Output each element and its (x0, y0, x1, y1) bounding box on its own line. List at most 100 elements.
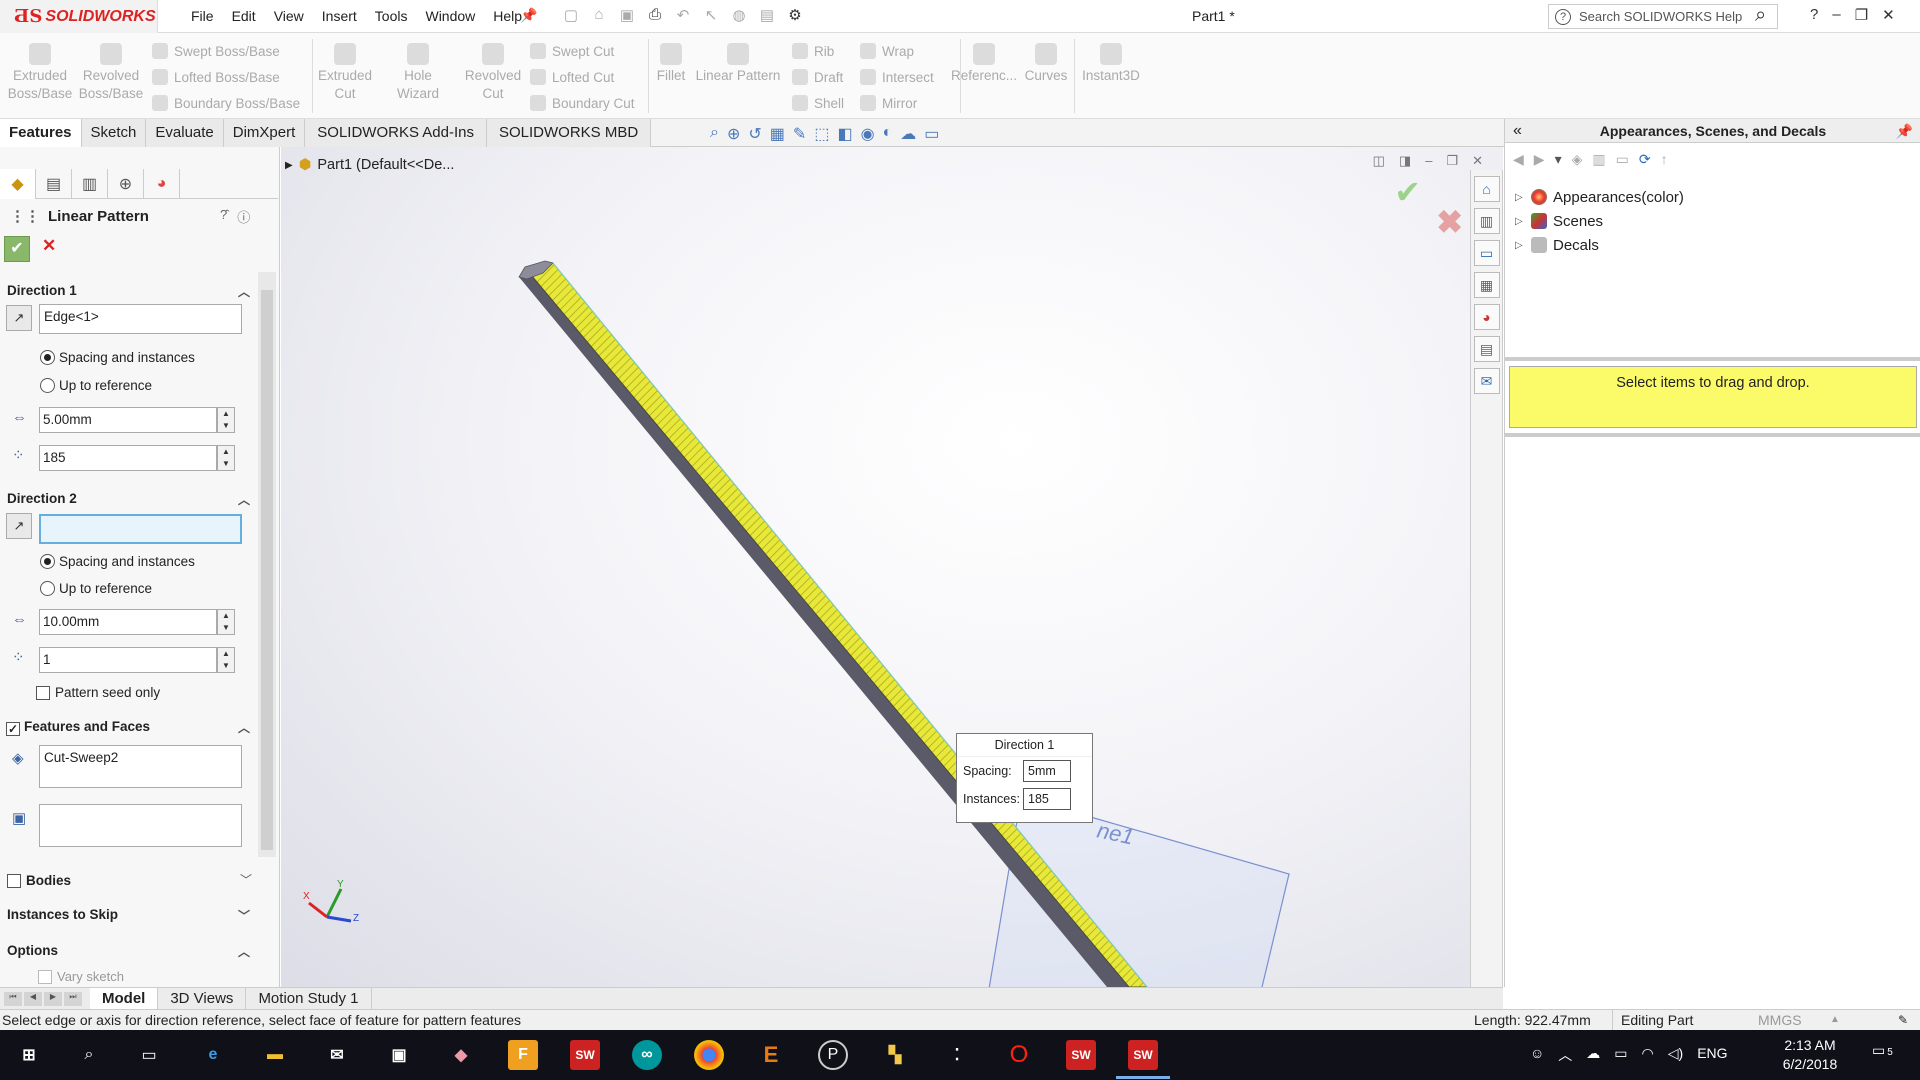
tab-3d-views[interactable]: 3D Views (158, 988, 247, 1009)
next-tab-icon[interactable]: ▶ (44, 992, 62, 1006)
intersect-button[interactable]: Intersect (860, 69, 934, 85)
dir1-spacing-radio[interactable]: Spacing and instances (40, 350, 195, 365)
menu-view[interactable]: View (265, 8, 313, 24)
collapse-icon[interactable]: ︿ (238, 491, 250, 508)
viewport-restore-icon[interactable]: ❐ (1446, 153, 1458, 169)
rib-button[interactable]: Rib (792, 43, 834, 59)
pm-help-icon[interactable]: ⓘ (237, 207, 250, 226)
hole-wizard-button[interactable]: Hole Wizard (383, 43, 453, 103)
pin-menu-icon[interactable]: 📌 (520, 7, 537, 24)
tab-mbd[interactable]: SOLIDWORKS MBD (487, 119, 652, 147)
prev-tab-icon[interactable]: ◀ (24, 992, 42, 1006)
direction1-callout[interactable]: Direction 1 Spacing: 5mm Instances: 185 (956, 733, 1093, 823)
file-explorer-icon[interactable]: ▭ (1473, 240, 1500, 266)
edge-browser-icon[interactable]: e (198, 1040, 228, 1070)
bodies-checkbox[interactable]: Bodies (7, 873, 71, 888)
apply-scene-icon[interactable]: ☁ (900, 124, 916, 144)
draft-button[interactable]: Draft (792, 69, 843, 85)
new-folder-icon[interactable]: ▭ (1616, 151, 1629, 168)
arduino-icon[interactable]: ∞ (632, 1040, 662, 1070)
first-tab-icon[interactable]: ⏮ (4, 992, 22, 1006)
extruded-boss-button[interactable]: Extruded Boss/Base (5, 43, 75, 103)
view-palette-icon[interactable]: ▦ (1473, 272, 1500, 298)
chrome-icon[interactable] (694, 1040, 724, 1070)
wifi-icon[interactable]: ◠ (1642, 1045, 1654, 1065)
wrap-button[interactable]: Wrap (860, 43, 914, 59)
view-orientation-icon[interactable]: ⬚ (814, 124, 829, 144)
language-indicator[interactable]: ENG (1697, 1045, 1727, 1065)
collapse-icon[interactable]: ︿ (238, 719, 250, 736)
forward-icon[interactable]: ▶ (1534, 151, 1545, 168)
solidworks-logo[interactable]: ƋS SOLIDWORKS (0, 0, 158, 33)
direction2-header[interactable]: Direction 2 ︿ (0, 491, 258, 508)
view-settings-icon[interactable]: ▭ (924, 124, 939, 144)
refresh-icon[interactable]: ⟳ (1639, 151, 1651, 168)
expand-arrow-icon[interactable]: ▷ (1515, 240, 1525, 251)
file-explorer-icon[interactable]: ▬ (260, 1040, 290, 1070)
show-hidden-icon[interactable]: ︿ (1558, 1045, 1572, 1065)
edit-appearance-icon[interactable]: ◐ (883, 124, 893, 144)
dir2-reference-radio[interactable]: Up to reference (40, 581, 152, 596)
viewport-close-icon[interactable]: ✕ (1472, 153, 1483, 169)
dir2-spacing-radio[interactable]: Spacing and instances (40, 554, 195, 569)
boundary-boss-button[interactable]: Boundary Boss/Base (152, 95, 300, 111)
lofted-boss-button[interactable]: Lofted Boss/Base (152, 69, 280, 85)
pin-pane-icon[interactable]: 📌 (1896, 119, 1913, 143)
splitter[interactable] (1505, 433, 1920, 437)
restore-icon[interactable]: ❐ (1855, 6, 1868, 24)
collapse-icon[interactable]: ︿ (238, 283, 250, 300)
zoom-fit-icon[interactable]: ⌕ (710, 124, 719, 144)
tree-item-appearances[interactable]: ▷ Appearances(color) (1515, 185, 1684, 209)
feature-tree-flyout[interactable]: ▶ ⬢ Part1 (Default<<De... (285, 157, 454, 173)
dir1-instances-input[interactable]: 185 (39, 445, 217, 471)
dir1-reference-radio[interactable]: Up to reference (40, 378, 152, 393)
dir2-instances-spinner[interactable]: ▲ ▼ (217, 647, 235, 673)
dir2-instances-input[interactable]: 1 (39, 647, 217, 673)
reverse-direction1-icon[interactable]: ↗ (6, 305, 32, 331)
linear-pattern-button[interactable]: Linear Pattern (693, 43, 783, 85)
add-folder-icon[interactable]: ▥ (1592, 151, 1605, 168)
features-faces-header[interactable]: ✓ Features and Faces ︿ (0, 719, 258, 736)
revolved-cut-button[interactable]: Revolved Cut (458, 43, 528, 103)
back-icon[interactable]: ◀ (1513, 151, 1524, 168)
home-icon[interactable]: ⌂ (1473, 176, 1500, 202)
new-document-icon[interactable]: ▢ (560, 6, 582, 24)
menu-insert[interactable]: Insert (313, 8, 366, 24)
tab-evaluate[interactable]: Evaluate (146, 119, 224, 147)
features-faces-checkbox[interactable]: ✓ (6, 722, 20, 736)
help-icon[interactable]: ? (1810, 6, 1818, 24)
dir1-spacing-spinner[interactable]: ▲ ▼ (217, 407, 235, 433)
display-style-icon[interactable]: ◧ (837, 124, 852, 144)
tab-model[interactable]: Model (90, 988, 159, 1009)
lofted-cut-button[interactable]: Lofted Cut (530, 69, 614, 85)
vary-sketch-checkbox[interactable]: Vary sketch (38, 969, 124, 984)
collapse-pane-icon[interactable]: « (1513, 119, 1522, 143)
confirm-corner-ok-icon[interactable]: ✔ (1394, 173, 1421, 211)
opera-icon[interactable]: O (1004, 1040, 1034, 1070)
tooltip-icon[interactable]: ✎ (1898, 1010, 1908, 1030)
expand-icon[interactable]: ﹀ (238, 907, 250, 924)
action-center-icon[interactable]: ▭ 5 (1872, 1042, 1893, 1059)
app-f-icon[interactable]: F (508, 1040, 538, 1070)
solidworks-2016-icon[interactable]: SW (570, 1040, 600, 1070)
swept-boss-button[interactable]: Swept Boss/Base (152, 43, 280, 59)
menu-file[interactable]: File (182, 8, 223, 24)
viewport-tile-icon[interactable]: ◫ (1373, 153, 1385, 169)
mail-icon[interactable]: ✉ (322, 1040, 352, 1070)
save-icon[interactable]: ▣ (616, 6, 638, 24)
add-to-library-icon[interactable]: ◈ (1572, 151, 1583, 168)
custom-properties-icon[interactable]: ▤ (1473, 336, 1500, 362)
zoom-area-icon[interactable]: ⊕ (727, 124, 740, 144)
solidworks-2016-active-icon[interactable]: SW (1128, 1040, 1158, 1070)
curves-button[interactable]: Curves (1012, 43, 1080, 85)
confirm-corner-cancel-icon[interactable]: ✖ (1436, 203, 1463, 241)
search-icon[interactable]: ⌕ (1755, 4, 1766, 27)
dir2-spacing-spinner[interactable]: ▲ ▼ (217, 609, 235, 635)
dimxpert-manager-icon[interactable]: ⊕ (108, 169, 144, 199)
direction1-header[interactable]: Direction 1 ︿ (0, 283, 258, 300)
viewport-split-icon[interactable]: ◨ (1399, 153, 1411, 169)
graphics-area[interactable]: ne1 ▶ ⬢ Part1 (Default<<De... ◫ ◨ – ❐ ✕ … (281, 147, 1503, 987)
revolved-boss-button[interactable]: Revolved Boss/Base (76, 43, 146, 103)
expand-arrow-icon[interactable]: ▷ (1515, 216, 1525, 227)
instances-to-skip-header[interactable]: Instances to Skip ﹀ (0, 907, 258, 924)
